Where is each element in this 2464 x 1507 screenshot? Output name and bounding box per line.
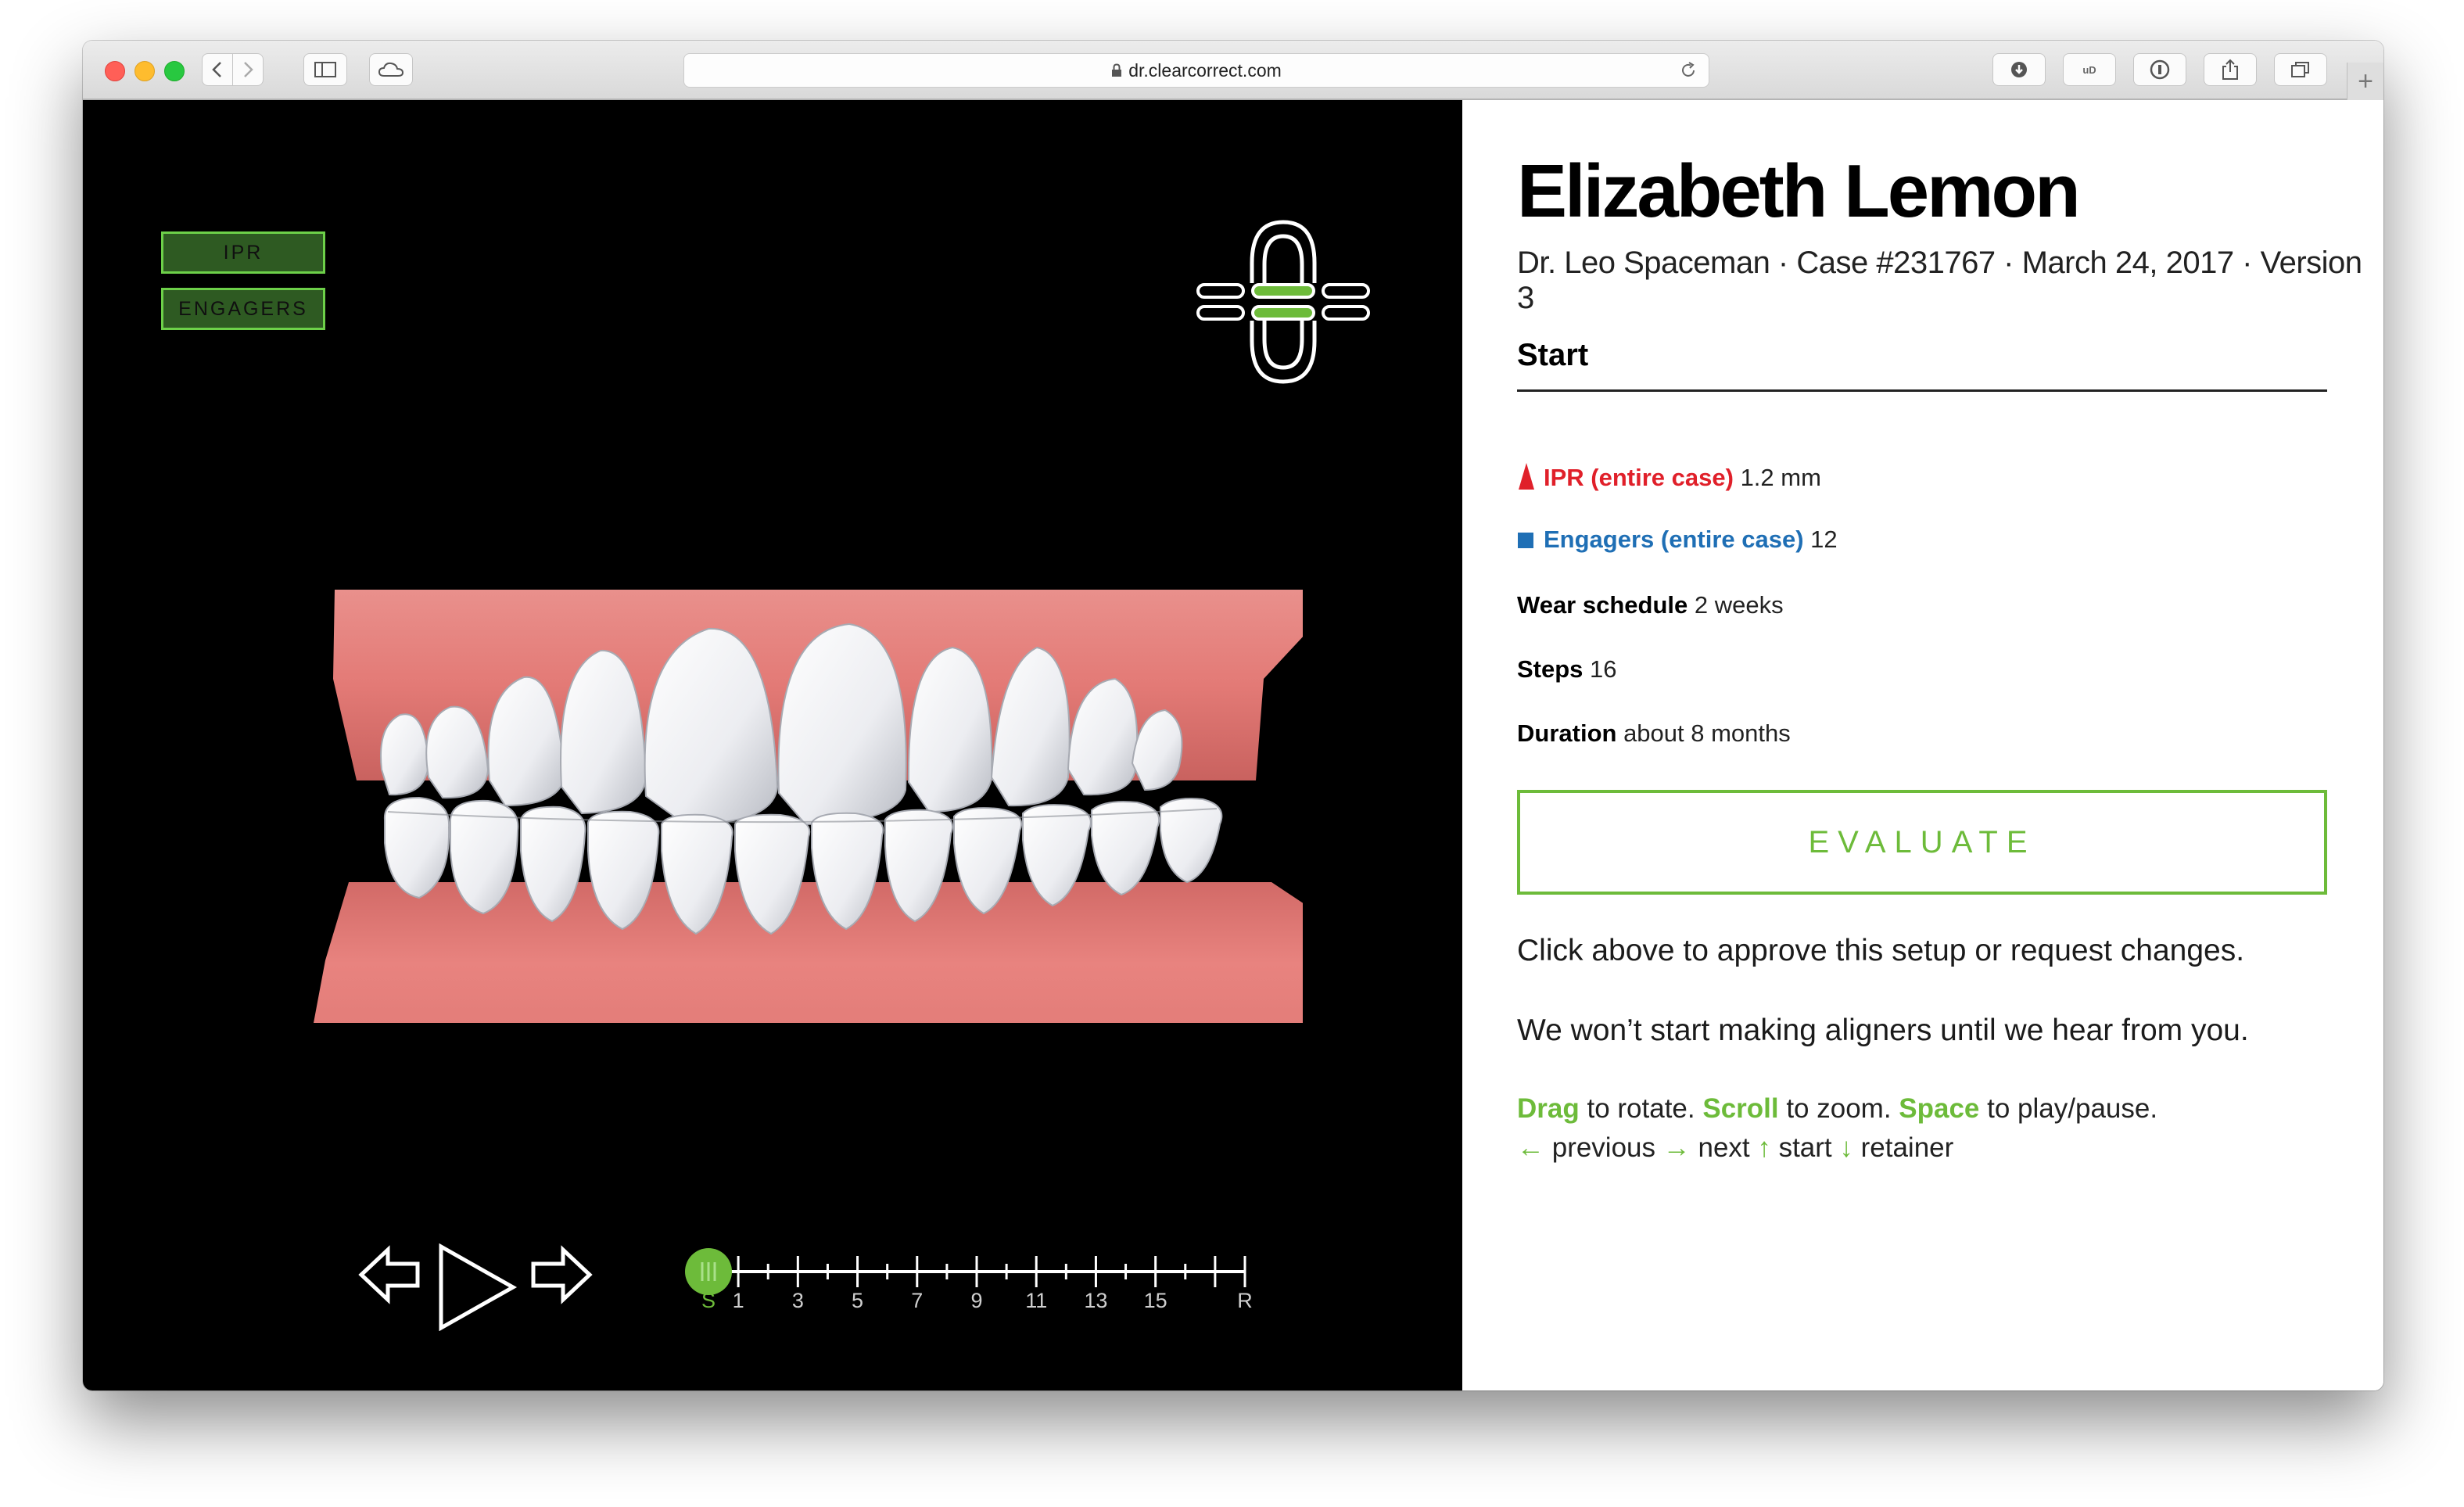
plus-icon: + (2358, 66, 2373, 96)
timeline-label[interactable]: 9 (953, 1289, 1000, 1313)
timeline-label[interactable]: 5 (834, 1289, 881, 1313)
url-text: dr.clearcorrect.com (1128, 59, 1282, 81)
wear-schedule-value: 2 weeks (1694, 591, 1784, 619)
zoom-window-button[interactable] (164, 61, 185, 81)
reload-icon[interactable] (1679, 61, 1698, 80)
timeline-label[interactable]: 13 (1072, 1289, 1119, 1313)
aligner-notice: We won’t start making aligners until we … (1517, 1014, 2249, 1047)
help-next-text: next (1690, 1132, 1758, 1163)
ublock-icon: uD (2082, 63, 2096, 76)
tabs-overview-button[interactable] (2274, 53, 2327, 86)
wear-schedule-stat: Wear schedule 2 weeks (1517, 591, 1784, 619)
duration-value: about 8 months (1623, 719, 1791, 747)
section-divider (1517, 389, 2327, 392)
address-bar[interactable]: dr.clearcorrect.com (683, 53, 1709, 88)
engagers-toggle-label: ENGAGERS (178, 297, 308, 320)
sidebar-icon (314, 62, 336, 77)
timeline-label[interactable]: 7 (894, 1289, 941, 1313)
timeline-label[interactable]: 11 (1013, 1289, 1060, 1313)
engagers-value: 12 (1810, 526, 1838, 553)
duration-label: Duration (1517, 719, 1617, 747)
help-scroll-text: to zoom. (1778, 1093, 1899, 1124)
icloud-tabs-button[interactable] (369, 53, 413, 86)
approve-instructions: Click above to approve this setup or req… (1517, 934, 2245, 967)
onepassword-icon (2150, 59, 2170, 80)
ipr-value: 1.2 mm (1740, 464, 1821, 491)
ipr-toggle-button[interactable]: IPR (161, 231, 325, 274)
password-manager-button[interactable] (2133, 53, 2186, 86)
forward-button[interactable] (232, 53, 264, 86)
cloud-icon (378, 62, 404, 77)
minimize-window-button[interactable] (134, 61, 155, 81)
down-arrow-icon: ↓ (1839, 1132, 1853, 1163)
steps-label: Steps (1517, 655, 1583, 683)
steps-stat: Steps 16 (1517, 655, 1617, 684)
tabs-icon (2291, 62, 2309, 77)
engagers-label: Engagers (entire case) (1544, 526, 1804, 553)
back-button[interactable] (202, 53, 233, 86)
share-icon (2222, 59, 2238, 80)
model-viewer[interactable]: IPR ENGAGERS S 1 3 5 7 9 11 13 15 R (83, 100, 1462, 1390)
ipr-marker-icon (1519, 463, 1534, 490)
chevron-right-icon (244, 62, 253, 77)
browser-window: dr.clearcorrect.com uD + IPR ENGAGERS S … (83, 41, 2383, 1390)
engagers-toggle-button[interactable]: ENGAGERS (161, 288, 325, 330)
sidebar-button[interactable] (303, 53, 347, 86)
case-info-panel: Elizabeth Lemon Dr. Leo Spaceman · Case … (1462, 100, 2383, 1390)
engager-marker-icon (1518, 533, 1533, 548)
help-retainer-text: retainer (1852, 1132, 1954, 1163)
left-arrow-icon: ← (1517, 1132, 1544, 1163)
arch-selector-icon[interactable] (1193, 217, 1373, 389)
steps-value: 16 (1590, 655, 1617, 683)
help-drag-key: Drag (1517, 1093, 1580, 1124)
previous-step-icon[interactable] (357, 1243, 427, 1306)
next-step-icon[interactable] (524, 1243, 594, 1306)
help-scroll-key: Scroll (1702, 1093, 1779, 1124)
ipr-stat: IPR (entire case) 1.2 mm (1517, 461, 1821, 492)
case-meta: Dr. Leo Spaceman · Case #231767 · March … (1517, 246, 2362, 315)
browser-toolbar: dr.clearcorrect.com uD + (83, 41, 2383, 100)
help-drag-text: to rotate. (1579, 1093, 1703, 1124)
lock-icon (1112, 63, 1122, 77)
help-previous-text: previous (1544, 1132, 1663, 1163)
evaluate-button[interactable]: EVALUATE (1517, 790, 2327, 895)
keyboard-help: ← previous → next ↑ start ↓ retainer (1517, 1132, 1953, 1164)
download-icon (2011, 62, 2027, 77)
engagers-stat: Engagers (entire case) 12 (1517, 526, 1838, 554)
timeline-label[interactable]: R (1221, 1289, 1268, 1313)
ipr-toggle-label: IPR (223, 241, 264, 264)
timeline-label[interactable]: 15 (1132, 1289, 1179, 1313)
downloads-button[interactable] (1992, 53, 2046, 86)
duration-stat: Duration about 8 months (1517, 719, 1791, 748)
up-arrow-icon: ↑ (1757, 1132, 1771, 1163)
dental-model-render[interactable] (224, 585, 1303, 1023)
step-timeline[interactable] (599, 1242, 1256, 1328)
patient-name: Elizabeth Lemon (1517, 149, 2081, 233)
new-tab-button[interactable]: + (2347, 63, 2383, 100)
help-space-key: Space (1899, 1093, 1980, 1124)
timeline-label[interactable]: 1 (715, 1289, 762, 1313)
evaluate-label: EVALUATE (1808, 824, 2036, 859)
share-button[interactable] (2204, 53, 2257, 86)
chevron-left-icon (212, 62, 221, 77)
ipr-label: IPR (entire case) (1544, 464, 1734, 491)
section-title: Start (1517, 338, 1589, 372)
right-arrow-icon: → (1662, 1132, 1691, 1163)
close-window-button[interactable] (105, 61, 125, 81)
wear-schedule-label: Wear schedule (1517, 591, 1688, 619)
ublock-button[interactable]: uD (2063, 53, 2116, 86)
timeline-label[interactable]: 3 (774, 1289, 821, 1313)
play-icon[interactable] (436, 1243, 519, 1331)
help-space-text: to play/pause. (1979, 1093, 2158, 1124)
help-start-text: start (1770, 1132, 1840, 1163)
controls-help: Drag to rotate. Scroll to zoom. Space to… (1517, 1093, 2157, 1125)
